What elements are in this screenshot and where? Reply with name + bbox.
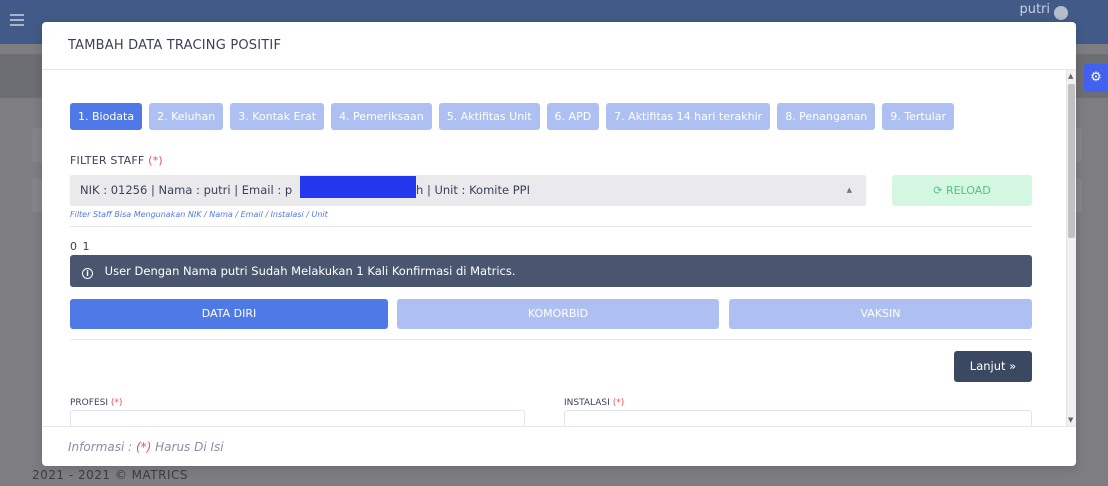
- tab-kontak-erat[interactable]: 3. Kontak Erat: [230, 103, 325, 130]
- reload-icon: ⟳: [933, 184, 943, 197]
- profesi-label: PROFESI (*): [70, 398, 122, 408]
- reload-label: RELOAD: [945, 184, 991, 197]
- section-tabs: DATA DIRI KOMORBID VAKSIN: [70, 299, 1032, 329]
- redaction-block: [300, 176, 416, 198]
- filter-staff-label: FILTER STAFF (*): [70, 154, 163, 167]
- caret-down-icon: ▲: [846, 186, 852, 194]
- step-tabs: 1. Biodata 2. Keluhan 3. Kontak Erat 4. …: [70, 103, 961, 130]
- instalasi-label: INSTALASI (*): [564, 398, 624, 408]
- filter-hint: Filter Staff Bisa Mengunakan NIK / Nama …: [70, 210, 328, 219]
- instalasi-label-text: INSTALASI: [564, 398, 610, 408]
- modal-header: TAMBAH DATA TRACING POSITIF: [42, 22, 1076, 70]
- tab-data-diri[interactable]: DATA DIRI: [70, 299, 388, 329]
- scroll-up-icon[interactable]: ▲: [1068, 72, 1073, 80]
- instalasi-select[interactable]: [564, 410, 1032, 426]
- reload-button[interactable]: ⟳ RELOAD: [892, 175, 1032, 206]
- counter-text: 0 1: [70, 240, 91, 253]
- footer-info-suffix: Harus Di Isi: [151, 440, 224, 454]
- menu-icon[interactable]: [10, 14, 24, 26]
- filter-staff-label-text: FILTER STAFF: [70, 154, 145, 167]
- tracing-modal: TAMBAH DATA TRACING POSITIF 1. Biodata 2…: [42, 22, 1076, 466]
- next-button[interactable]: Lanjut »: [954, 351, 1032, 382]
- tab-apd[interactable]: 6. APD: [546, 103, 600, 130]
- scroll-down-icon[interactable]: ▼: [1068, 416, 1073, 424]
- required-mark: (*): [148, 154, 163, 167]
- tab-komorbid[interactable]: KOMORBID: [397, 299, 719, 329]
- filter-staff-select[interactable]: NIK : 01256 | Nama : putri | Email : p h…: [70, 175, 866, 206]
- info-icon: i: [82, 268, 93, 279]
- tab-biodata[interactable]: 1. Biodata: [70, 103, 143, 130]
- divider: [70, 339, 1032, 340]
- tab-aktifitas-14-hari[interactable]: 7. Aktifitas 14 hari terakhir: [606, 103, 771, 130]
- required-mark: (*): [110, 398, 123, 408]
- required-mark: (*): [612, 398, 625, 408]
- alert-text: User Dengan Nama putri Sudah Melakukan 1…: [104, 264, 516, 278]
- app-footer-text: 2021 - 2021 © MATRICS: [32, 468, 188, 482]
- modal-body: 1. Biodata 2. Keluhan 3. Kontak Erat 4. …: [42, 70, 1066, 426]
- scrollbar-thumb[interactable]: [1068, 84, 1075, 238]
- tab-aktifitas-unit[interactable]: 5. Aktifitas Unit: [438, 103, 540, 130]
- modal-footer: Informasi : (*) Harus Di Isi: [42, 426, 1076, 466]
- topbar-user-name[interactable]: putri: [1019, 2, 1050, 17]
- profesi-select[interactable]: [70, 410, 525, 426]
- gear-icon[interactable]: ⚙: [1084, 64, 1108, 92]
- tab-penanganan[interactable]: 8. Penanganan: [777, 103, 876, 130]
- tab-vaksin[interactable]: VAKSIN: [729, 299, 1032, 329]
- tab-keluhan[interactable]: 2. Keluhan: [149, 103, 224, 130]
- divider: [70, 226, 1032, 227]
- tab-tertular[interactable]: 9. Tertular: [882, 103, 955, 130]
- modal-scrollbar[interactable]: ▲ ▼: [1066, 70, 1076, 426]
- info-alert: i User Dengan Nama putri Sudah Melakukan…: [70, 255, 1032, 287]
- footer-info-prefix: Informasi :: [68, 440, 136, 454]
- tab-pemeriksaan[interactable]: 4. Pemeriksaan: [331, 103, 432, 130]
- required-mark: (*): [135, 440, 152, 454]
- modal-title: TAMBAH DATA TRACING POSITIF: [68, 38, 282, 53]
- filter-staff-value: NIK : 01256 | Nama : putri | Email : p: [80, 183, 293, 197]
- profesi-label-text: PROFESI: [70, 398, 108, 408]
- avatar[interactable]: [1054, 6, 1068, 20]
- filter-staff-value-rest: h | Unit : Komite PPI: [416, 183, 530, 197]
